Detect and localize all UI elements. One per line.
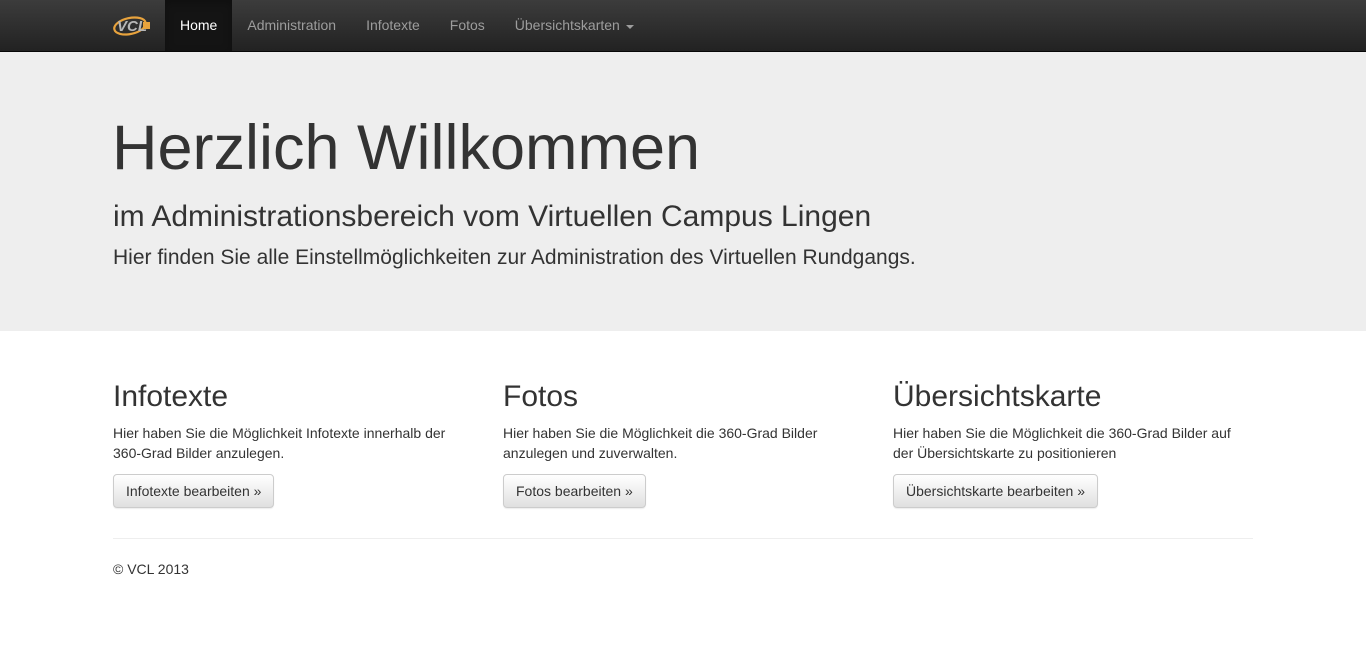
- fotos-description-line1: Hier haben Sie die Möglichkeit die 360-G…: [503, 425, 818, 441]
- nav-item-home[interactable]: Home: [165, 0, 233, 51]
- nav-item-uebersichtskarten-dropdown[interactable]: Übersichtskarten: [500, 0, 649, 51]
- infotexte-edit-button[interactable]: Infotexte bearbeiten »: [113, 474, 275, 508]
- footer-copyright: © VCL 2013: [113, 561, 189, 577]
- nav-item-fotos[interactable]: Fotos: [435, 0, 500, 51]
- nav-item-administration[interactable]: Administration: [232, 0, 351, 51]
- page-title: Herzlich Willkommen: [112, 113, 701, 183]
- vcl-logo-icon: VCL: [113, 16, 150, 36]
- welcome-jumbotron: Herzlich Willkommen im Administrationsbe…: [0, 52, 1366, 331]
- uebersichtskarte-section: Übersichtskarte Hier haben Sie die Mögli…: [893, 379, 1253, 508]
- fotos-edit-button[interactable]: Fotos bearbeiten »: [503, 474, 646, 508]
- page-lead: Hier finden Sie alle Einstellmöglichkeit…: [113, 246, 916, 269]
- nav-item-infotexte-label: Infotexte: [366, 16, 420, 33]
- uebersichtskarte-description-line1: Hier haben Sie die Möglichkeit die 360-G…: [893, 425, 1231, 441]
- infotexte-heading: Infotexte: [113, 380, 229, 413]
- infotexte-description-line1: Hier haben Sie die Möglichkeit Infotexte…: [113, 425, 446, 441]
- fotos-description: Hier haben Sie die Möglichkeit die 360-G…: [503, 423, 863, 463]
- infotexte-description: Hier haben Sie die Möglichkeit Infotexte…: [113, 423, 473, 463]
- infotexte-description-line2: 360-Grad Bilder anzulegen.: [113, 445, 285, 461]
- fotos-description-line2: anzulegen und zuverwalten.: [503, 445, 678, 461]
- nav-item-uebersichtskarten-label: Übersichtskarten: [514, 16, 620, 33]
- caret-down-icon: [625, 24, 634, 29]
- footer-divider: [113, 538, 1253, 539]
- uebersichtskarte-heading: Übersichtskarte: [893, 380, 1102, 413]
- uebersichtskarte-description-line2: der Übersichtskarte zu positionieren: [893, 445, 1117, 461]
- fotos-section: Fotos Hier haben Sie die Möglichkeit die…: [503, 379, 863, 508]
- nav-item-fotos-label: Fotos: [449, 16, 485, 33]
- vcl-logo[interactable]: VCL: [113, 13, 151, 38]
- main-nav: Home Administration Infotexte Fotos Über…: [165, 0, 649, 51]
- infotexte-section: Infotexte Hier haben Sie die Möglichkeit…: [113, 379, 473, 508]
- top-navbar: VCL Home Administration Infotexte Fotos …: [0, 0, 1366, 52]
- uebersichtskarte-edit-button[interactable]: Übersichtskarte bearbeiten »: [893, 474, 1098, 508]
- fotos-heading: Fotos: [503, 380, 579, 413]
- nav-item-administration-label: Administration: [247, 16, 337, 33]
- page-subtitle: im Administrationsbereich vom Virtuellen…: [113, 200, 872, 233]
- nav-item-home-label: Home: [180, 16, 218, 33]
- svg-text:VCL: VCL: [117, 18, 147, 35]
- uebersichtskarte-description: Hier haben Sie die Möglichkeit die 360-G…: [893, 423, 1253, 463]
- nav-item-infotexte[interactable]: Infotexte: [351, 0, 435, 51]
